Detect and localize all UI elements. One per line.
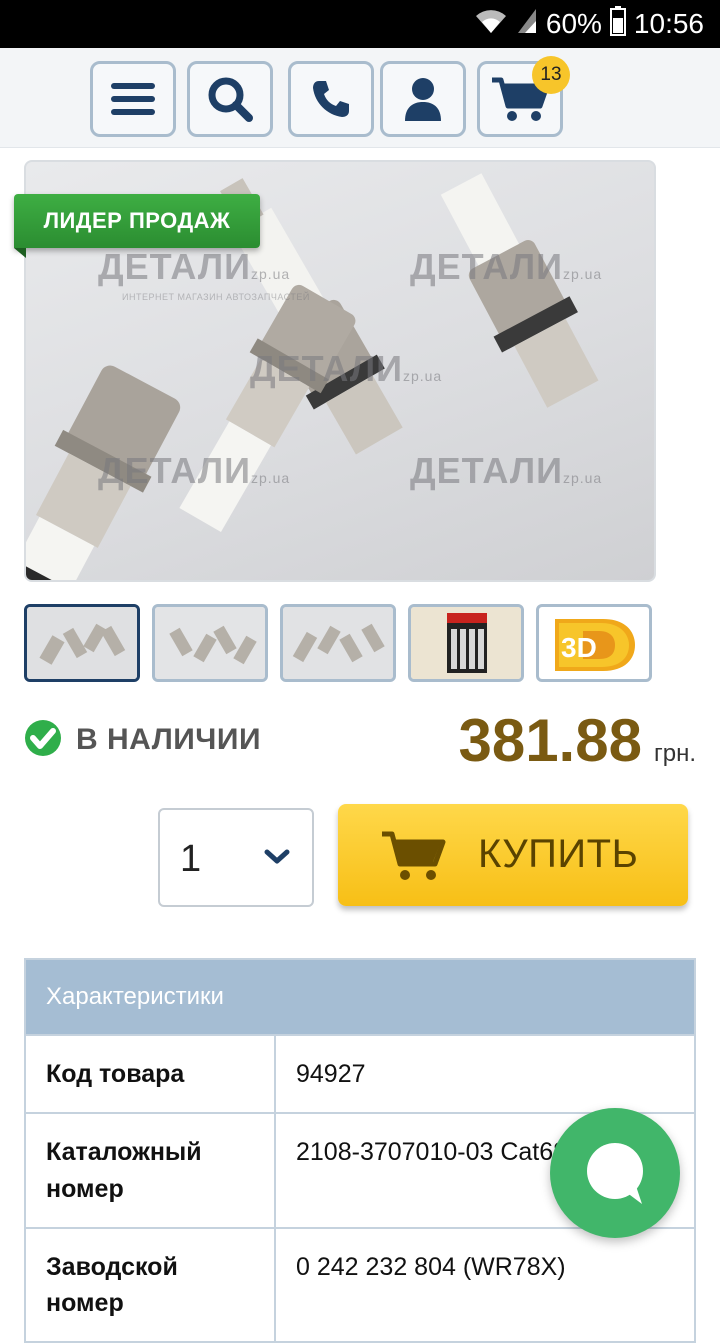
watermark-domain: zp.ua <box>250 266 291 282</box>
buy-button-label: КУПИТЬ <box>478 832 639 876</box>
thumbnail-1[interactable] <box>24 604 140 682</box>
chevron-down-icon <box>264 848 290 871</box>
search-button[interactable] <box>187 61 273 137</box>
thumbnail-image <box>155 607 265 679</box>
price-value: 381.88 <box>458 707 642 774</box>
watermark-brand: ДЕТАЛИ <box>98 246 251 287</box>
clock: 10:56 <box>633 8 704 39</box>
menu-button[interactable] <box>90 61 176 137</box>
spec-value: 0 242 232 804 (WR78X) <box>296 1252 566 1281</box>
check-circle-icon <box>24 719 62 762</box>
cart-icon <box>380 830 446 887</box>
watermark: ДЕТАЛИzp.ua <box>98 450 291 491</box>
chat-button[interactable] <box>550 1108 680 1238</box>
search-icon <box>207 76 253 122</box>
quantity-value: 1 <box>180 838 202 880</box>
watermark: ДЕТАЛИzp.ua <box>98 246 290 288</box>
spec-key: Каталожный номер <box>26 1114 276 1227</box>
spec-key: Код товара <box>26 1036 276 1113</box>
thumb-3d-label: 3D <box>561 632 597 663</box>
table-row: Заводской номер 0 242 232 804 (WR78X) <box>26 1226 694 1342</box>
battery-icon <box>609 5 626 43</box>
hamburger-icon <box>111 81 155 117</box>
watermark: ДЕТАЛИzp.ua <box>250 348 443 389</box>
thumbnail-2[interactable] <box>152 604 268 682</box>
thumbnail-image <box>411 607 521 679</box>
spec-key: Заводской номер <box>26 1228 276 1342</box>
specs-title: Характеристики <box>26 960 694 1034</box>
status-bar-right: 60% 10:56 <box>474 5 704 43</box>
stock-status-text: В НАЛИЧИИ <box>76 723 262 756</box>
chat-bubble-icon <box>550 1143 680 1242</box>
3d-view-icon: 3D <box>555 619 635 671</box>
watermark: ДЕТАЛИzp.ua <box>410 246 603 287</box>
thumbnail-4[interactable] <box>408 604 524 682</box>
signal-icon <box>516 7 538 42</box>
phone-icon <box>311 79 351 119</box>
price: 381.88 грн. <box>458 706 696 776</box>
thumbnail-3d[interactable]: 3D <box>536 604 652 682</box>
bestseller-badge-tail <box>14 248 26 258</box>
account-button[interactable] <box>380 61 466 137</box>
quantity-select[interactable]: 1 <box>158 808 314 907</box>
battery-percent: 60% <box>545 8 602 39</box>
thumbnail-image <box>27 607 137 679</box>
stock-status: В НАЛИЧИИ <box>24 719 262 762</box>
bestseller-badge: ЛИДЕР ПРОДАЖ <box>14 194 260 248</box>
table-row: Код товара 94927 <box>26 1034 694 1113</box>
wifi-icon <box>474 7 508 42</box>
thumbnail-3[interactable] <box>280 604 396 682</box>
cart-button[interactable]: 13 <box>477 56 570 137</box>
phone-button[interactable] <box>288 61 374 137</box>
spec-value: 94927 <box>296 1060 366 1088</box>
site-header: 13 <box>0 48 720 148</box>
buy-button[interactable]: КУПИТЬ <box>338 804 688 906</box>
thumbnail-image <box>283 607 393 679</box>
user-icon <box>403 77 443 121</box>
watermark-subtitle: ИНТЕРНЕТ МАГАЗИН АВТОЗАПЧАСТЕЙ <box>122 292 310 302</box>
cart-count-badge: 13 <box>532 56 570 94</box>
price-currency: грн. <box>653 740 696 767</box>
watermark: ДЕТАЛИzp.ua <box>410 450 603 491</box>
status-bar: 60% 10:56 <box>0 0 720 48</box>
